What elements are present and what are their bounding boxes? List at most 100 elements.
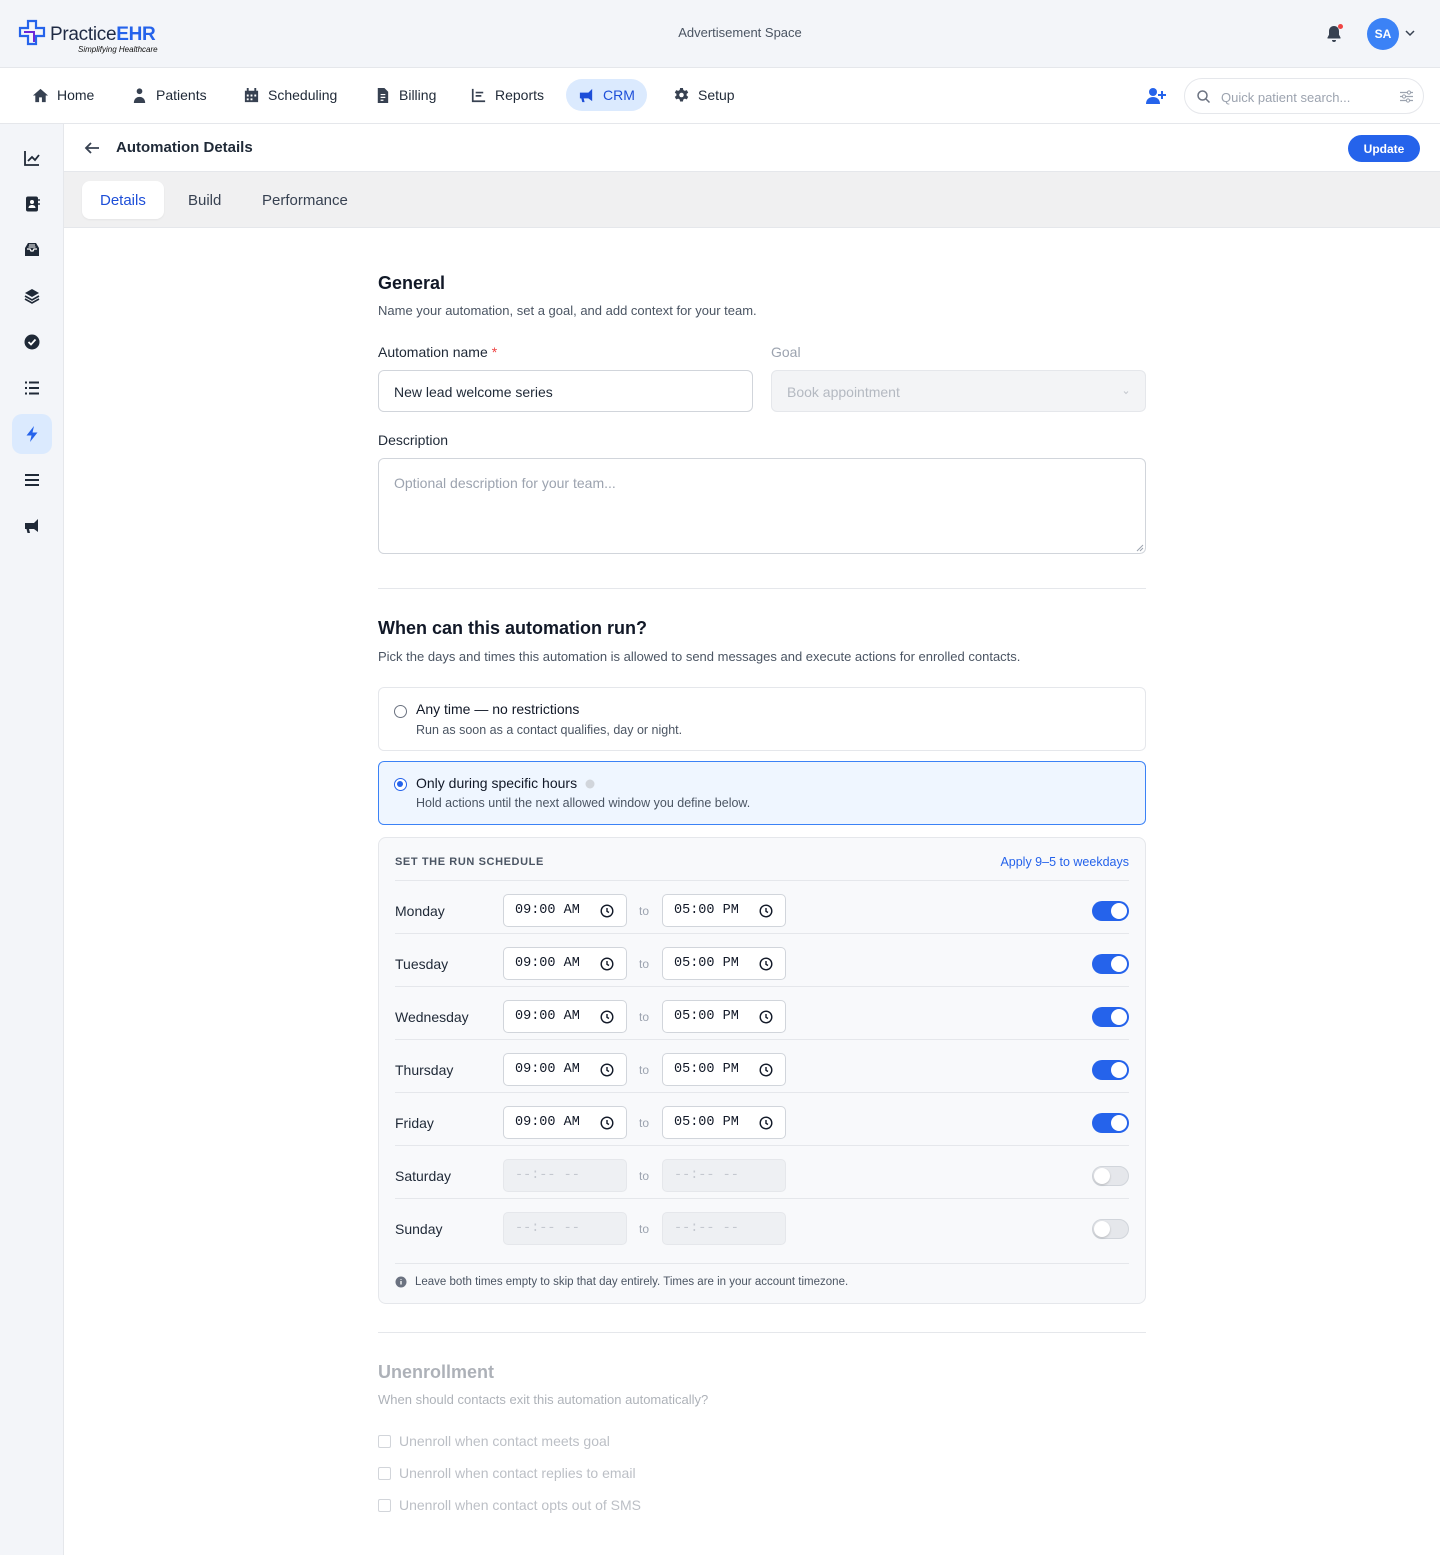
start-time-value: 09:00 AM [515,956,580,971]
apply-weekdays-link[interactable]: Apply 9–5 to weekdays [1000,855,1129,869]
nav-billing[interactable]: Billing [362,79,448,111]
nav-reports[interactable]: Reports [458,79,556,111]
start-time-value: 09:00 AM [515,903,580,918]
end-time-input[interactable]: --:-- -- [662,1159,786,1192]
option-specific-hours[interactable]: Only during specific hours Hold actions … [378,761,1146,825]
unenroll-option-label: Unenroll when contact meets goal [399,1433,610,1449]
sidebar-item-tasks[interactable] [12,322,52,362]
unenroll-option[interactable]: Unenroll when contact replies to email [378,1465,636,1481]
sidebar-item-menu[interactable] [12,460,52,500]
to-label: to [639,1010,650,1024]
search-input[interactable] [1221,87,1391,107]
start-time-value: --:-- -- [515,1221,580,1236]
resize-handle-icon[interactable] [1136,544,1144,552]
start-time-input[interactable]: 09:00 AM [503,894,627,927]
day-label: Sunday [395,1221,443,1237]
unenroll-option-label: Unenroll when contact opts out of SMS [399,1497,642,1513]
sidebar-item-lists[interactable] [12,368,52,408]
end-time-input[interactable]: 05:00 PM [662,1053,786,1086]
clock-icon [600,1010,614,1024]
nav-patients[interactable]: Patients [119,79,219,111]
nav-home[interactable]: Home [20,79,106,111]
sidebar-item-campaigns[interactable] [12,506,52,546]
schedule-row: Sunday --:-- -- to --:-- -- [395,1198,1129,1251]
sidebar-item-contacts[interactable] [12,184,52,224]
sidebar-item-automations[interactable] [12,414,52,454]
description-label: Description [378,432,449,448]
goal-value: Book appointment [787,384,900,400]
option-any-time[interactable]: Any time — no restrictions Run as soon a… [378,687,1146,751]
day-toggle[interactable] [1092,901,1129,921]
chevron-down-icon [1123,391,1129,395]
start-time-input[interactable]: 09:00 AM [503,1000,627,1033]
goal-select[interactable]: Book appointment [771,370,1146,412]
run-schedule-panel: SET THE RUN SCHEDULE Apply 9–5 to weekda… [378,837,1146,1304]
megaphone-icon [25,519,38,533]
day-label: Saturday [395,1168,452,1184]
back-arrow-icon[interactable] [83,139,101,157]
end-time-input[interactable]: 05:00 PM [662,1000,786,1033]
contact-book-icon [26,196,40,212]
end-time-value: --:-- -- [674,1221,739,1236]
day-toggle[interactable] [1092,1060,1129,1080]
info-icon[interactable] [585,779,595,789]
end-time-value: 05:00 PM [674,956,739,971]
sidebar-item-inbox[interactable] [12,230,52,270]
description-textarea[interactable]: Optional description for your team... [378,458,1146,554]
nav-label: Scheduling [268,87,338,103]
nav-label: Patients [156,87,207,103]
start-time-input[interactable]: 09:00 AM [503,947,627,980]
day-toggle[interactable] [1092,1166,1129,1186]
unenroll-option[interactable]: Unenroll when contact meets goal [378,1433,610,1449]
tab-details[interactable]: Details [82,181,164,219]
day-toggle[interactable] [1092,1113,1129,1133]
clock-icon [759,1063,773,1077]
nav-scheduling[interactable]: Scheduling [231,79,349,111]
nav-crm[interactable]: CRM [566,79,647,111]
automation-name-field[interactable]: New lead welcome series [378,370,753,412]
check-circle-icon [24,334,40,350]
end-time-input[interactable]: --:-- -- [662,1212,786,1245]
radio-specific-hours[interactable] [394,778,407,791]
nav-setup[interactable]: Setup [661,79,747,111]
schedule-row: Saturday --:-- -- to --:-- -- [395,1145,1129,1198]
day-label: Tuesday [395,956,449,972]
checkbox[interactable] [378,1434,391,1448]
tab-build[interactable]: Build [170,181,239,219]
automation-name-label: Automation name * [378,344,497,360]
option-title: Any time — no restrictions [416,701,580,717]
to-label: to [639,1116,650,1130]
update-button[interactable]: Update [1348,135,1420,162]
notification-dot [1338,24,1343,29]
add-user-icon[interactable] [1145,86,1167,106]
unenroll-option[interactable]: Unenroll when contact opts out of SMS [378,1497,641,1513]
day-toggle[interactable] [1092,954,1129,974]
start-time-value: 09:00 AM [515,1115,580,1130]
schedule-note-text: Leave both times empty to skip that day … [415,1276,849,1288]
start-time-input[interactable]: 09:00 AM [503,1106,627,1139]
avatar[interactable]: SA [1367,18,1399,50]
radio-any-time[interactable] [394,705,407,718]
start-time-input[interactable]: --:-- -- [503,1212,627,1245]
schedule-row: Friday 09:00 AM to 05:00 PM [395,1092,1129,1145]
end-time-input[interactable]: 05:00 PM [662,894,786,927]
day-toggle[interactable] [1092,1007,1129,1027]
top-header: PracticeEHR Simplifying Healthcare Adver… [0,0,1440,68]
sidebar-item-layers[interactable] [12,276,52,316]
chevron-down-icon[interactable] [1404,27,1416,39]
filter-sliders-icon[interactable] [1399,89,1414,104]
checkbox[interactable] [378,1466,391,1480]
end-time-input[interactable]: 05:00 PM [662,1106,786,1139]
divider [378,588,1146,589]
schedule-row: Tuesday 09:00 AM to 05:00 PM [395,933,1129,986]
advertisement-space: Advertisement Space [678,25,802,40]
clock-icon [759,1010,773,1024]
day-toggle[interactable] [1092,1219,1129,1239]
sidebar [0,124,64,1555]
start-time-input[interactable]: --:-- -- [503,1159,627,1192]
sidebar-item-dashboard[interactable] [12,138,52,178]
checkbox[interactable] [378,1498,391,1512]
end-time-input[interactable]: 05:00 PM [662,947,786,980]
start-time-input[interactable]: 09:00 AM [503,1053,627,1086]
tab-performance[interactable]: Performance [244,181,366,219]
